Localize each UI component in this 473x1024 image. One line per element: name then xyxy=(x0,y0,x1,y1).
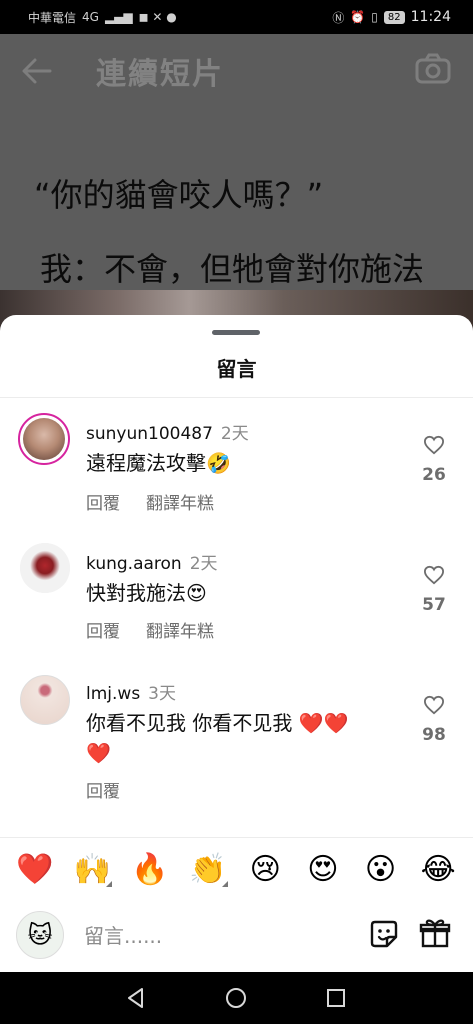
avatar[interactable] xyxy=(20,675,70,725)
video-top-bar: 連續短片 xyxy=(0,34,473,106)
comment-username[interactable]: lmj.ws 3天 xyxy=(86,679,176,704)
comment-actions: 回覆 翻譯年糕 xyxy=(86,617,214,642)
system-nav-bar xyxy=(0,972,473,1024)
clock: 11:24 xyxy=(410,9,451,25)
reply-button[interactable]: 回覆 xyxy=(86,489,120,514)
emoji-crying[interactable]: 😢 xyxy=(243,852,287,887)
status-bar: 中華電信 4G ▂▄▆ ◼ ✕ ● Ⓝ ⏰ ▯ 82 11:24 xyxy=(0,0,473,34)
nfc-icon: Ⓝ xyxy=(332,10,345,25)
emoji-fire[interactable]: 🔥 xyxy=(128,852,172,887)
comment-text-line2: ❤️ xyxy=(86,741,111,765)
comment-actions: 回覆 xyxy=(86,777,120,802)
gift-icon[interactable] xyxy=(419,917,451,949)
battery-indicator: 82 xyxy=(383,10,405,24)
video-caption-line1: “你的貓會咬人嗎？” xyxy=(34,176,324,214)
avatar[interactable] xyxy=(20,543,70,593)
comment-text: 快對我施法😍 xyxy=(86,581,207,605)
sticker-icon[interactable] xyxy=(369,919,399,949)
comments-sheet: 留言 sunyun100487 2天 遠程魔法攻擊🤣 回覆 翻譯年糕 26 kun… xyxy=(0,315,473,972)
heart-outline-icon[interactable] xyxy=(423,435,445,455)
comment-actions: 回覆 翻譯年糕 xyxy=(86,489,214,514)
divider xyxy=(0,397,473,398)
like-count: 26 xyxy=(422,465,446,485)
like-button[interactable]: 98 xyxy=(419,695,449,745)
comment-input[interactable]: 留言...... xyxy=(84,920,162,949)
carrier-label: 中華電信 xyxy=(28,10,77,25)
variant-indicator xyxy=(221,881,228,887)
comment-time: 3天 xyxy=(148,684,176,704)
video-title: 連續短片 xyxy=(96,57,224,92)
reply-button[interactable]: 回覆 xyxy=(86,617,120,642)
comment-item: lmj.ws 3天 你看不见我 你看不见我 ❤️❤️ ❤️ 回覆 98 xyxy=(0,671,473,811)
emoji-quick-bar: ❤️ 🙌 🔥 👏 😢 😍 😮 😂 xyxy=(0,837,473,901)
emoji-heart[interactable]: ❤️ xyxy=(13,852,57,887)
back-arrow-icon[interactable] xyxy=(20,56,54,86)
comment-text: 遠程魔法攻擊🤣 xyxy=(86,451,231,475)
nav-recents-icon[interactable] xyxy=(324,986,348,1010)
alarm-icon: ⏰ xyxy=(350,10,366,24)
emoji-laughing[interactable]: 😂 xyxy=(416,852,460,887)
emoji-heart-eyes[interactable]: 😍 xyxy=(301,852,345,887)
like-button[interactable]: 26 xyxy=(419,435,449,485)
emoji-clap[interactable]: 👏 xyxy=(186,852,230,887)
reply-button[interactable]: 回覆 xyxy=(86,777,120,802)
translate-button[interactable]: 翻譯年糕 xyxy=(146,489,214,514)
comment-item: sunyun100487 2天 遠程魔法攻擊🤣 回覆 翻譯年糕 26 xyxy=(0,411,473,531)
signal-icon: ▂▄▆ xyxy=(104,10,133,24)
drag-handle[interactable] xyxy=(212,330,260,335)
comment-username[interactable]: kung.aaron 2天 xyxy=(86,549,218,574)
comment-time: 2天 xyxy=(220,424,249,444)
nav-home-icon[interactable] xyxy=(224,986,248,1010)
emoji-raised-hands[interactable]: 🙌 xyxy=(70,852,114,887)
comment-username[interactable]: sunyun100487 2天 xyxy=(86,419,249,444)
vibrate-icon: ▯ xyxy=(371,10,378,24)
heart-outline-icon[interactable] xyxy=(423,565,445,585)
camera-icon[interactable] xyxy=(415,52,451,86)
comment-input-row: 🐱 留言...... xyxy=(0,905,473,961)
emoji-surprised[interactable]: 😮 xyxy=(359,852,403,887)
avatar[interactable] xyxy=(18,413,70,465)
comment-time: 2天 xyxy=(189,554,218,574)
heart-outline-icon[interactable] xyxy=(423,695,445,715)
username-text[interactable]: kung.aaron xyxy=(86,554,182,574)
nav-back-icon[interactable] xyxy=(124,986,148,1010)
sheet-title: 留言 xyxy=(216,357,257,381)
translate-button[interactable]: 翻譯年糕 xyxy=(146,617,214,642)
variant-indicator xyxy=(106,881,113,887)
username-text[interactable]: sunyun100487 xyxy=(86,424,213,444)
video-caption-line2: 我：不會，但牠會對你施法 xyxy=(40,250,425,288)
my-avatar: 🐱 xyxy=(16,911,64,959)
like-count: 57 xyxy=(422,595,446,615)
notification-icon: ◼ ✕ ● xyxy=(138,10,177,24)
comment-item: kung.aaron 2天 快對我施法😍 回覆 翻譯年糕 57 xyxy=(0,541,473,661)
like-button[interactable]: 57 xyxy=(419,565,449,615)
like-count: 98 xyxy=(422,725,446,745)
username-text[interactable]: lmj.ws xyxy=(86,684,140,704)
network-label: 4G xyxy=(82,10,99,24)
video-background: 連續短片 “你的貓會咬人嗎？” 我：不會，但牠會對你施法 xyxy=(0,34,473,350)
comment-text-line1: 你看不见我 你看不见我 ❤️❤️ xyxy=(86,711,349,735)
